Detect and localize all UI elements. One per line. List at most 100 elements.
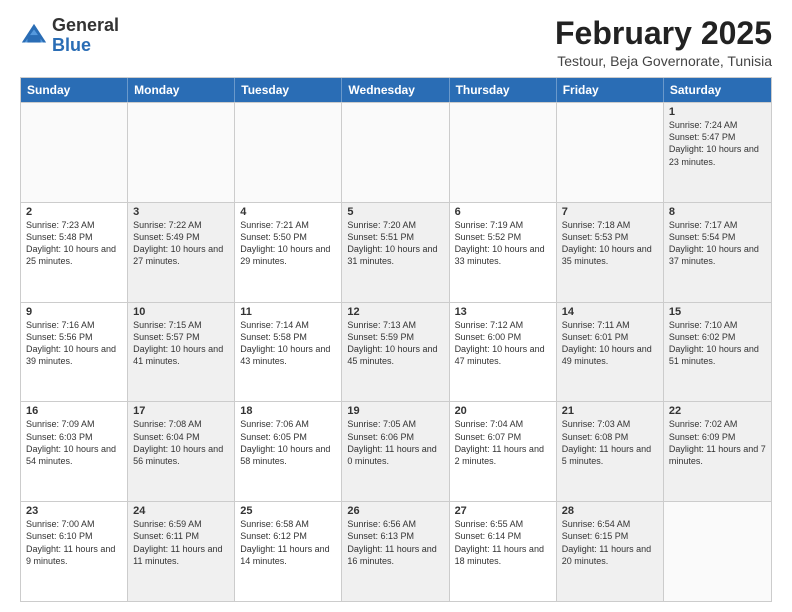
cell-info: Sunrise: 6:54 AM Sunset: 6:15 PM Dayligh… [562, 518, 658, 567]
day-number: 18 [240, 405, 336, 417]
calendar: SundayMondayTuesdayWednesdayThursdayFrid… [20, 77, 772, 602]
calendar-cell: 22Sunrise: 7:02 AM Sunset: 6:09 PM Dayli… [664, 402, 771, 501]
calendar-cell: 26Sunrise: 6:56 AM Sunset: 6:13 PM Dayli… [342, 502, 449, 601]
calendar-cell: 20Sunrise: 7:04 AM Sunset: 6:07 PM Dayli… [450, 402, 557, 501]
calendar-cell [21, 103, 128, 202]
cell-info: Sunrise: 7:02 AM Sunset: 6:09 PM Dayligh… [669, 418, 766, 467]
calendar-cell: 4Sunrise: 7:21 AM Sunset: 5:50 PM Daylig… [235, 203, 342, 302]
day-number: 11 [240, 306, 336, 318]
calendar-cell: 8Sunrise: 7:17 AM Sunset: 5:54 PM Daylig… [664, 203, 771, 302]
cell-info: Sunrise: 7:08 AM Sunset: 6:04 PM Dayligh… [133, 418, 229, 467]
calendar-cell [342, 103, 449, 202]
calendar-cell: 6Sunrise: 7:19 AM Sunset: 5:52 PM Daylig… [450, 203, 557, 302]
cell-info: Sunrise: 7:16 AM Sunset: 5:56 PM Dayligh… [26, 319, 122, 368]
day-number: 26 [347, 505, 443, 517]
cell-info: Sunrise: 7:13 AM Sunset: 5:59 PM Dayligh… [347, 319, 443, 368]
calendar-cell: 19Sunrise: 7:05 AM Sunset: 6:06 PM Dayli… [342, 402, 449, 501]
day-number: 24 [133, 505, 229, 517]
calendar-cell: 11Sunrise: 7:14 AM Sunset: 5:58 PM Dayli… [235, 303, 342, 402]
calendar-cell [235, 103, 342, 202]
cell-info: Sunrise: 7:03 AM Sunset: 6:08 PM Dayligh… [562, 418, 658, 467]
day-number: 21 [562, 405, 658, 417]
day-number: 20 [455, 405, 551, 417]
cell-info: Sunrise: 6:58 AM Sunset: 6:12 PM Dayligh… [240, 518, 336, 567]
cell-info: Sunrise: 7:00 AM Sunset: 6:10 PM Dayligh… [26, 518, 122, 567]
weekday-header: Sunday [21, 78, 128, 102]
day-number: 23 [26, 505, 122, 517]
cell-info: Sunrise: 7:06 AM Sunset: 6:05 PM Dayligh… [240, 418, 336, 467]
calendar-cell: 24Sunrise: 6:59 AM Sunset: 6:11 PM Dayli… [128, 502, 235, 601]
calendar-row: 16Sunrise: 7:09 AM Sunset: 6:03 PM Dayli… [21, 401, 771, 501]
cell-info: Sunrise: 7:11 AM Sunset: 6:01 PM Dayligh… [562, 319, 658, 368]
calendar-cell: 13Sunrise: 7:12 AM Sunset: 6:00 PM Dayli… [450, 303, 557, 402]
cell-info: Sunrise: 7:20 AM Sunset: 5:51 PM Dayligh… [347, 219, 443, 268]
day-number: 4 [240, 206, 336, 218]
weekday-header: Tuesday [235, 78, 342, 102]
cell-info: Sunrise: 6:55 AM Sunset: 6:14 PM Dayligh… [455, 518, 551, 567]
cell-info: Sunrise: 7:04 AM Sunset: 6:07 PM Dayligh… [455, 418, 551, 467]
day-number: 1 [669, 106, 766, 118]
day-number: 14 [562, 306, 658, 318]
calendar-cell [450, 103, 557, 202]
calendar-cell: 2Sunrise: 7:23 AM Sunset: 5:48 PM Daylig… [21, 203, 128, 302]
location-subtitle: Testour, Beja Governorate, Tunisia [555, 53, 772, 69]
calendar-cell: 14Sunrise: 7:11 AM Sunset: 6:01 PM Dayli… [557, 303, 664, 402]
calendar-row: 9Sunrise: 7:16 AM Sunset: 5:56 PM Daylig… [21, 302, 771, 402]
day-number: 7 [562, 206, 658, 218]
day-number: 28 [562, 505, 658, 517]
logo-general: General [52, 15, 119, 35]
calendar-cell: 23Sunrise: 7:00 AM Sunset: 6:10 PM Dayli… [21, 502, 128, 601]
day-number: 8 [669, 206, 766, 218]
day-number: 9 [26, 306, 122, 318]
calendar-cell [557, 103, 664, 202]
calendar-cell: 15Sunrise: 7:10 AM Sunset: 6:02 PM Dayli… [664, 303, 771, 402]
calendar-cell: 28Sunrise: 6:54 AM Sunset: 6:15 PM Dayli… [557, 502, 664, 601]
cell-info: Sunrise: 7:15 AM Sunset: 5:57 PM Dayligh… [133, 319, 229, 368]
cell-info: Sunrise: 7:17 AM Sunset: 5:54 PM Dayligh… [669, 219, 766, 268]
logo-icon [20, 22, 48, 50]
calendar-cell: 18Sunrise: 7:06 AM Sunset: 6:05 PM Dayli… [235, 402, 342, 501]
header: General Blue February 2025 Testour, Beja… [20, 16, 772, 69]
calendar-body: 1Sunrise: 7:24 AM Sunset: 5:47 PM Daylig… [21, 102, 771, 601]
cell-info: Sunrise: 7:10 AM Sunset: 6:02 PM Dayligh… [669, 319, 766, 368]
cell-info: Sunrise: 6:59 AM Sunset: 6:11 PM Dayligh… [133, 518, 229, 567]
weekday-header: Saturday [664, 78, 771, 102]
calendar-cell: 27Sunrise: 6:55 AM Sunset: 6:14 PM Dayli… [450, 502, 557, 601]
title-block: February 2025 Testour, Beja Governorate,… [555, 16, 772, 69]
day-number: 13 [455, 306, 551, 318]
logo: General Blue [20, 16, 119, 56]
cell-info: Sunrise: 7:05 AM Sunset: 6:06 PM Dayligh… [347, 418, 443, 467]
cell-info: Sunrise: 7:23 AM Sunset: 5:48 PM Dayligh… [26, 219, 122, 268]
calendar-cell: 5Sunrise: 7:20 AM Sunset: 5:51 PM Daylig… [342, 203, 449, 302]
day-number: 19 [347, 405, 443, 417]
day-number: 10 [133, 306, 229, 318]
day-number: 12 [347, 306, 443, 318]
cell-info: Sunrise: 7:21 AM Sunset: 5:50 PM Dayligh… [240, 219, 336, 268]
weekday-header: Monday [128, 78, 235, 102]
logo-text: General Blue [52, 16, 119, 56]
cell-info: Sunrise: 7:12 AM Sunset: 6:00 PM Dayligh… [455, 319, 551, 368]
day-number: 16 [26, 405, 122, 417]
logo-blue: Blue [52, 35, 91, 55]
weekday-header: Wednesday [342, 78, 449, 102]
calendar-cell [128, 103, 235, 202]
cell-info: Sunrise: 7:24 AM Sunset: 5:47 PM Dayligh… [669, 119, 766, 168]
calendar-row: 1Sunrise: 7:24 AM Sunset: 5:47 PM Daylig… [21, 102, 771, 202]
day-number: 27 [455, 505, 551, 517]
calendar-cell: 12Sunrise: 7:13 AM Sunset: 5:59 PM Dayli… [342, 303, 449, 402]
day-number: 2 [26, 206, 122, 218]
day-number: 22 [669, 405, 766, 417]
weekday-header: Friday [557, 78, 664, 102]
calendar-cell: 9Sunrise: 7:16 AM Sunset: 5:56 PM Daylig… [21, 303, 128, 402]
day-number: 17 [133, 405, 229, 417]
calendar-header: SundayMondayTuesdayWednesdayThursdayFrid… [21, 78, 771, 102]
weekday-header: Thursday [450, 78, 557, 102]
calendar-cell: 1Sunrise: 7:24 AM Sunset: 5:47 PM Daylig… [664, 103, 771, 202]
day-number: 3 [133, 206, 229, 218]
day-number: 6 [455, 206, 551, 218]
day-number: 15 [669, 306, 766, 318]
page: General Blue February 2025 Testour, Beja… [0, 0, 792, 612]
calendar-cell: 10Sunrise: 7:15 AM Sunset: 5:57 PM Dayli… [128, 303, 235, 402]
cell-info: Sunrise: 7:09 AM Sunset: 6:03 PM Dayligh… [26, 418, 122, 467]
calendar-cell: 17Sunrise: 7:08 AM Sunset: 6:04 PM Dayli… [128, 402, 235, 501]
